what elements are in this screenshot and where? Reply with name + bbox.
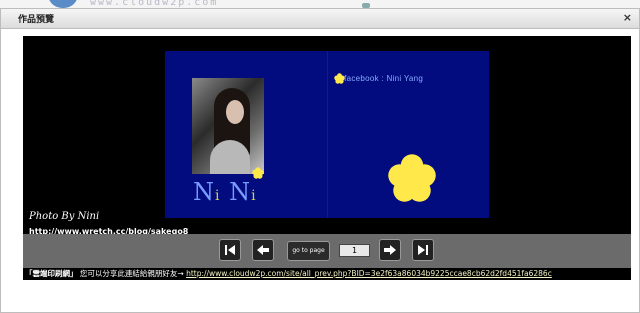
- photo-credit: Photo By Nini: [29, 211, 100, 222]
- next-page-button[interactable]: [379, 239, 401, 261]
- facebook-caption: facebook : Nini Yang: [344, 74, 424, 83]
- book-spread[interactable]: Ni Ni facebook : Nini Yang: [165, 51, 489, 218]
- first-page-button[interactable]: [219, 239, 241, 261]
- background-logo: [48, 0, 78, 8]
- last-page-icon: [418, 245, 428, 255]
- dialog-title: 作品預覽: [18, 15, 55, 25]
- site-brand: 「雲端印刷網」: [25, 269, 78, 278]
- cover-photo: [192, 78, 264, 174]
- navigation-bar: go to page 1: [23, 234, 631, 268]
- close-icon[interactable]: ×: [623, 11, 632, 24]
- book-spine: [327, 51, 328, 218]
- background-url: www.cloudw2p.com: [90, 0, 219, 8]
- share-footer: 「雲端印刷網」 您可以分享此連結給親朋好友→ http://www.cloudw…: [23, 268, 631, 280]
- large-flower-icon: [388, 154, 436, 202]
- preview-dialog: 作品預覽 × Ni Ni facebook: Nini Yang Photo …: [0, 8, 640, 313]
- last-page-button[interactable]: [412, 239, 434, 261]
- first-page-icon: [225, 245, 235, 255]
- arrow-right-icon: [384, 245, 396, 255]
- dialog-titlebar: 作品預覽 ×: [1, 9, 639, 29]
- share-text: 您可以分享此連結給親朋好友→: [77, 269, 187, 278]
- previous-page-button[interactable]: [252, 239, 274, 261]
- share-link[interactable]: http://www.cloudw2p.com/site/all_prev.ph…: [186, 269, 552, 278]
- page-number-input[interactable]: 1: [339, 244, 370, 257]
- cover-name: Ni Ni: [193, 178, 257, 206]
- arrow-left-icon: [257, 245, 269, 255]
- flipbook-viewer: Ni Ni facebook : Nini Yang Photo By Nini…: [23, 36, 631, 280]
- go-to-page-button[interactable]: go to page: [287, 241, 330, 261]
